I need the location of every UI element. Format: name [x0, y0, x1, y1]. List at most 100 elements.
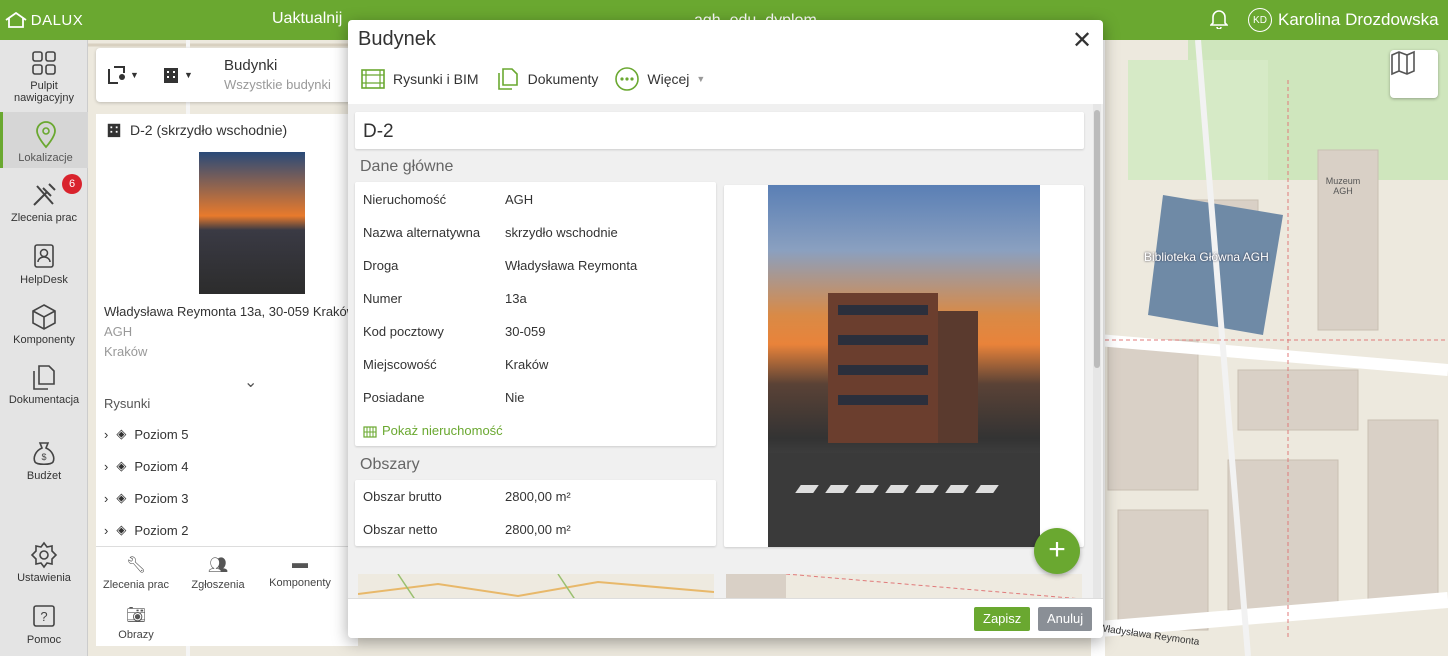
more-icon [615, 67, 640, 91]
help-icon: ? [33, 605, 55, 627]
building-tools: 🔧︎ Zlecenia prac 👥︎ Zgłoszenia ▬ Komponenty… [96, 546, 358, 646]
nav-locations[interactable]: Lokalizacje [0, 112, 88, 168]
nav-helpdesk[interactable]: HelpDesk [0, 242, 88, 286]
field-key: Nieruchomość [363, 192, 447, 207]
field-value[interactable]: Władysława Reymonta [505, 258, 637, 273]
nav-work-orders[interactable]: 6 Zlecenia prac [0, 174, 88, 224]
map-pin-icon [108, 66, 125, 84]
scrollbar[interactable] [1093, 104, 1101, 598]
update-link[interactable]: Uaktualnij [272, 10, 342, 28]
add-button[interactable]: + [1034, 528, 1080, 574]
nav-work-orders-label: Zlecenia prac [10, 212, 78, 224]
modal-footer: Zapisz Anuluj [348, 598, 1103, 638]
layers-icon: ◈ [116, 426, 127, 441]
photo-window [838, 395, 928, 405]
tool-components[interactable]: ▬ Komponenty [260, 555, 340, 589]
building-info: D-2 (skrzydło wschodnie) Władysława Reym… [96, 114, 358, 592]
level-item[interactable]: › ◈ Poziom 4 [104, 458, 189, 474]
user-menu[interactable]: KD Karolina Drozdowska [1248, 8, 1439, 32]
tool-images[interactable]: 📷︎ Obrazy [96, 605, 176, 641]
field-value[interactable]: 30-059 [505, 324, 545, 339]
user-name: Karolina Drozdowska [1278, 10, 1439, 29]
nav-locations-label: Lokalizacje [18, 152, 73, 164]
building-thumbnail[interactable] [199, 152, 305, 294]
modal-body[interactable]: D-2 Dane główne Nieruchomość AGH Nazwa al… [348, 104, 1103, 598]
field-value[interactable]: Kraków [505, 357, 548, 372]
building-photo-card [724, 185, 1084, 547]
map-filter-button[interactable]: ▼ [106, 64, 139, 86]
map-label-library: Biblioteka Główna AGH [1144, 250, 1269, 264]
cube-icon [32, 304, 56, 330]
tool-label: Komponenty [269, 577, 331, 589]
avatar: KD [1248, 8, 1272, 32]
building-photo[interactable] [768, 185, 1040, 547]
nav-helpdesk-label: HelpDesk [20, 274, 68, 286]
tool-work-orders[interactable]: 🔧︎ Zlecenia prac [96, 555, 176, 591]
panel-title: Budynki [224, 57, 278, 74]
area-key: Obszar netto [363, 522, 438, 537]
nav-components[interactable]: Komponenty [0, 302, 88, 346]
scrollbar-thumb[interactable] [1094, 110, 1100, 368]
field-key: Kod pocztowy [363, 324, 444, 339]
level-item[interactable]: › ◈ Poziom 5 [104, 426, 189, 442]
building-type-button[interactable]: ▼ [162, 66, 193, 84]
tool-tickets[interactable]: 👥︎ Zgłoszenia [178, 555, 258, 591]
show-property-link[interactable]: Pokaż nieruchomość [363, 423, 503, 438]
close-icon[interactable]: ✕ [1072, 26, 1092, 55]
area-value[interactable]: 2800,00 m² [505, 489, 571, 504]
level-item[interactable]: › ◈ Poziom 2 [104, 522, 189, 538]
nav-help[interactable]: ? Pomoc [0, 602, 88, 646]
building-name: D-2 (skrzydło wschodnie) [130, 122, 288, 138]
building-icon [107, 123, 121, 138]
location-mini-map[interactable] [358, 574, 714, 598]
level-item[interactable]: › ◈ Poziom 3 [104, 490, 189, 506]
building-icon [164, 68, 178, 83]
tool-label: Zgłoszenia [191, 579, 245, 591]
more-button[interactable]: Więcej ▼ [614, 66, 705, 92]
field-key: Miejscowość [363, 357, 437, 372]
tool-label: Obrazy [118, 629, 154, 641]
map-label-museum: Muzeum AGH [1325, 176, 1361, 196]
cancel-button[interactable]: Anuluj [1038, 607, 1093, 631]
nav-settings[interactable]: Ustawienia [0, 540, 88, 584]
building-address: Władysława Reymonta 13a, 30-059 Kraków [104, 304, 357, 319]
nav-budget-label: Budżet [26, 470, 62, 482]
money-bag-icon: $ [33, 442, 55, 466]
layers-icon: ◈ [116, 522, 127, 537]
field-value[interactable]: AGH [505, 192, 533, 207]
chevron-right-icon: › [104, 490, 109, 506]
nav-documentation-label: Dokumentacja [8, 394, 80, 406]
gear-icon [30, 541, 58, 569]
save-button[interactable]: Zapisz [974, 607, 1031, 631]
nav-settings-label: Ustawienia [17, 572, 71, 584]
photo-window [838, 365, 928, 375]
map-layers-button[interactable] [1390, 50, 1438, 98]
chevron-down-icon[interactable]: ⌄ [244, 372, 257, 392]
people-icon: 👥︎ [207, 557, 229, 574]
documents-button[interactable]: Dokumenty [495, 67, 598, 91]
drawings-heading: Rysunki [104, 396, 151, 411]
documents-icon [33, 365, 55, 390]
drawings-bim-button[interactable]: Rysunki i BIM [360, 67, 479, 91]
buildings-panel: ▼ ▼ Budynki Wszystkie budynki D-2 (skrzy… [96, 48, 358, 646]
field-key: Nazwa alternatywna [363, 225, 481, 240]
dalux-logo[interactable]: DALUX [0, 0, 88, 40]
building-city: Kraków [104, 344, 148, 359]
bell-icon[interactable] [1209, 9, 1229, 34]
nav-help-label: Pomoc [26, 634, 62, 646]
area-value[interactable]: 2800,00 m² [505, 522, 571, 537]
building-modal: Budynek ✕ Rysunki i BIM Dokumenty Więcej… [348, 20, 1103, 638]
photo-road [768, 453, 1040, 547]
building-name-field[interactable]: D-2 [355, 112, 1084, 149]
nav-documentation[interactable]: Dokumentacja [0, 362, 88, 406]
field-value[interactable]: 13a [505, 291, 527, 306]
field-value[interactable]: skrzydło wschodnie [505, 225, 618, 240]
helpdesk-icon [34, 244, 54, 268]
nav-dashboard[interactable]: Pulpit nawigacyjny [0, 48, 88, 104]
nav-budget[interactable]: $ Budżet [0, 438, 88, 482]
tool-label: Zlecenia prac [102, 579, 170, 591]
nav-components-label: Komponenty [13, 334, 75, 346]
logo-text: DALUX [30, 11, 84, 29]
detail-mini-map[interactable] [726, 574, 1082, 598]
field-value[interactable]: Nie [505, 390, 525, 405]
